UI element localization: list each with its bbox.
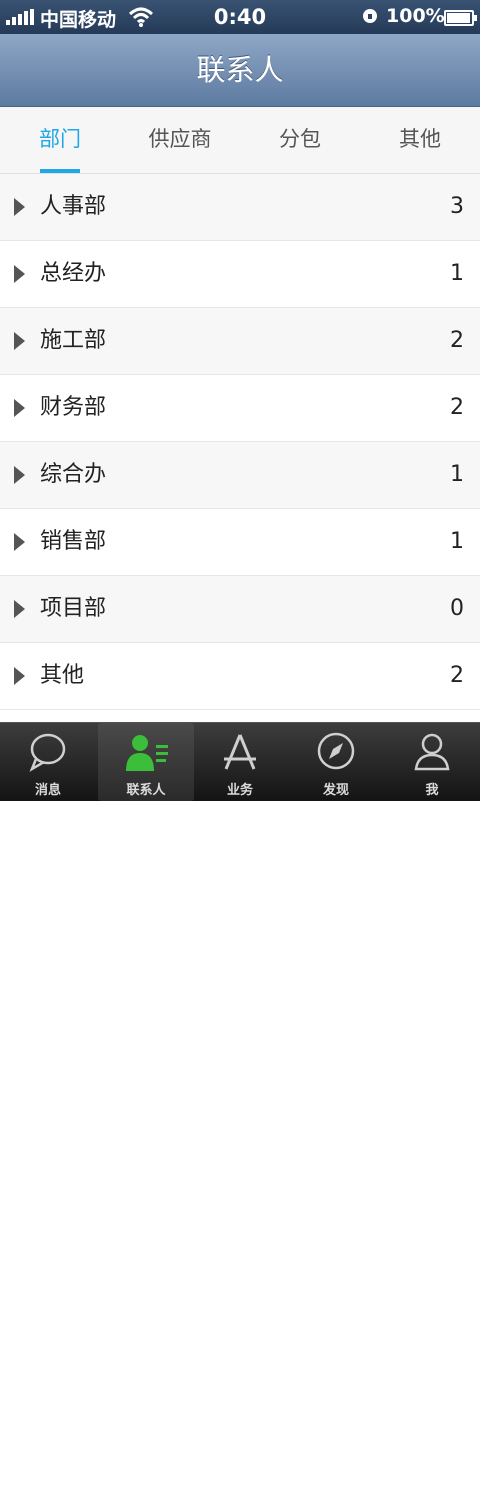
list-item[interactable]: 财务部 2 <box>0 375 480 442</box>
list-item[interactable]: 其他 2 <box>0 643 480 710</box>
department-name: 综合办 <box>40 462 107 487</box>
expand-arrow-icon <box>14 265 25 283</box>
expand-arrow-icon <box>14 533 25 551</box>
tab-department[interactable]: 部门 <box>0 107 120 173</box>
rotation-lock-icon <box>363 9 377 23</box>
member-count: 2 <box>450 395 464 420</box>
category-tabs: 部门 供应商 分包 其他 <box>0 107 480 174</box>
list-item[interactable]: 施工部 2 <box>0 308 480 375</box>
expand-arrow-icon <box>14 198 25 216</box>
contacts-icon <box>126 735 168 771</box>
expand-arrow-icon <box>14 466 25 484</box>
department-list: 人事部 3 总经办 1 施工部 2 财务部 2 综合办 1 销售部 1 项目部 … <box>0 174 480 710</box>
department-name: 销售部 <box>40 529 107 554</box>
chat-bubble-icon <box>29 733 66 772</box>
app-store-icon <box>224 734 256 770</box>
tabbar-item-business[interactable]: 业务 <box>192 723 288 801</box>
list-item[interactable]: 人事部 3 <box>0 174 480 241</box>
user-icon <box>414 733 450 771</box>
compass-icon <box>317 732 355 770</box>
tabbar-item-discover[interactable]: 发现 <box>288 723 384 801</box>
department-name: 施工部 <box>40 328 107 353</box>
department-name: 总经办 <box>40 261 107 286</box>
expand-arrow-icon <box>14 667 25 685</box>
battery-icon <box>444 10 477 26</box>
department-name: 人事部 <box>40 194 107 219</box>
member-count: 1 <box>450 529 464 554</box>
battery-percent: 100% <box>386 5 445 27</box>
department-name: 财务部 <box>40 395 107 420</box>
watermark-text: 乐享轻汇 · NJYCQH.COM <box>150 1491 331 1509</box>
member-count: 1 <box>450 462 464 487</box>
tabbar-item-contacts[interactable]: 联系人 <box>98 723 194 801</box>
tabbar-label: 联系人 <box>126 783 166 798</box>
tab-other[interactable]: 其他 <box>360 107 480 173</box>
list-item[interactable]: 项目部 0 <box>0 576 480 643</box>
member-count: 2 <box>450 328 464 353</box>
tabbar-label: 发现 <box>322 783 349 798</box>
bottom-tab-bar: 消息 联系人 业务 发现 我 乐享轻汇 · NJYCQH.COM <box>0 722 480 1509</box>
member-count: 0 <box>450 596 464 621</box>
member-count: 3 <box>450 194 464 219</box>
status-bar: 中国移动 0:40 100% <box>0 0 480 34</box>
expand-arrow-icon <box>14 399 25 417</box>
tabbar-label: 消息 <box>34 783 61 798</box>
expand-arrow-icon <box>14 332 25 350</box>
tab-supplier[interactable]: 供应商 <box>120 107 240 173</box>
list-item[interactable]: 总经办 1 <box>0 241 480 308</box>
tabbar-label: 我 <box>425 783 439 798</box>
tabbar-item-me[interactable]: 我 <box>384 723 480 801</box>
tabbar-label: 业务 <box>226 783 253 798</box>
member-count: 1 <box>450 261 464 286</box>
list-item[interactable]: 综合办 1 <box>0 442 480 509</box>
navigation-bar: 联系人 <box>0 34 480 107</box>
tab-subcontract[interactable]: 分包 <box>240 107 360 173</box>
member-count: 2 <box>450 663 464 688</box>
expand-arrow-icon <box>14 600 25 618</box>
list-item[interactable]: 销售部 1 <box>0 509 480 576</box>
department-name: 项目部 <box>40 596 107 621</box>
department-name: 其他 <box>40 663 85 688</box>
page-title: 联系人 <box>196 53 284 87</box>
tabbar-item-messages[interactable]: 消息 <box>0 723 96 801</box>
